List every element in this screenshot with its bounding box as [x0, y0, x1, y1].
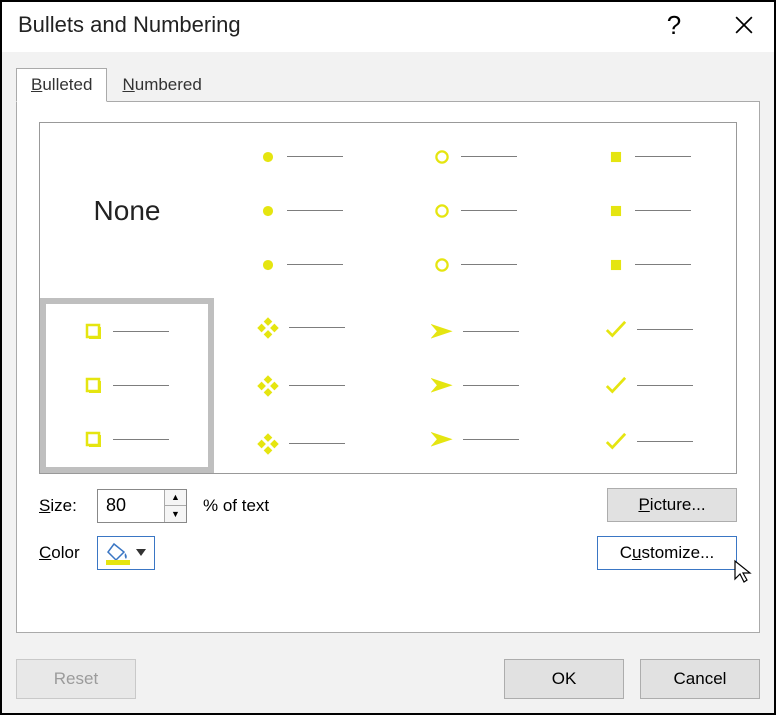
dialog-title: Bullets and Numbering	[18, 12, 654, 38]
none-label: None	[94, 195, 161, 227]
arrowhead-icon	[431, 323, 453, 341]
size-down-icon[interactable]: ▼	[164, 505, 186, 522]
color-swatch-bar	[106, 560, 130, 565]
color-label: Color	[39, 543, 87, 563]
cursor-icon	[732, 559, 756, 583]
tab-panel: None	[16, 101, 760, 633]
help-icon[interactable]: ?	[654, 5, 694, 45]
bullet-style-arrowhead[interactable]	[388, 298, 562, 473]
size-label: Size:	[39, 496, 87, 516]
chevron-down-icon	[136, 549, 146, 556]
bullet-style-hollow-square[interactable]	[40, 298, 214, 473]
size-row: Size: ▲ ▼ % of text	[39, 489, 597, 523]
bullet-style-checkmark[interactable]	[562, 298, 736, 473]
cancel-button[interactable]: Cancel	[640, 659, 760, 699]
color-row: Color	[39, 536, 597, 570]
customize-button[interactable]: Customize...	[597, 536, 737, 570]
tab-strip: Bulleted Numbered	[16, 68, 760, 102]
bullet-style-four-diamond[interactable]	[214, 298, 388, 473]
size-input[interactable]	[98, 490, 164, 522]
controls-area: Size: ▲ ▼ % of text Picture... Customize…	[39, 488, 737, 570]
four-diamond-icon	[257, 317, 279, 339]
side-buttons: Picture... Customize...	[597, 488, 737, 570]
picture-button[interactable]: Picture...	[607, 488, 737, 522]
bullet-style-hollow-circle[interactable]	[388, 123, 562, 298]
bullet-style-solid-dot[interactable]	[214, 123, 388, 298]
color-dropdown[interactable]	[97, 536, 155, 570]
dialog-body: Bulleted Numbered None	[2, 52, 774, 647]
tab-numbered[interactable]: Numbered	[107, 68, 216, 102]
ok-button[interactable]: OK	[504, 659, 624, 699]
tab-bulleted[interactable]: Bulleted	[16, 68, 107, 102]
titlebar: Bullets and Numbering ?	[2, 2, 774, 52]
size-spinner[interactable]: ▲ ▼	[97, 489, 187, 523]
hollow-square-icon	[85, 323, 103, 341]
reset-button: Reset	[16, 659, 136, 699]
paint-bucket-icon	[106, 542, 130, 564]
dialog-footer: Reset OK Cancel	[2, 647, 774, 713]
checkmark-icon	[605, 320, 627, 340]
size-suffix: % of text	[203, 496, 269, 516]
solid-square-icon	[607, 148, 625, 166]
size-up-icon[interactable]: ▲	[164, 490, 186, 506]
hollow-circle-icon	[433, 148, 451, 166]
bullet-style-grid: None	[39, 122, 737, 474]
close-icon[interactable]	[724, 5, 764, 45]
solid-dot-icon	[259, 148, 277, 166]
bullet-style-solid-square[interactable]	[562, 123, 736, 298]
bullet-style-none[interactable]: None	[40, 123, 214, 298]
bullets-numbering-dialog: Bullets and Numbering ? Bulleted Numbere…	[0, 0, 776, 715]
